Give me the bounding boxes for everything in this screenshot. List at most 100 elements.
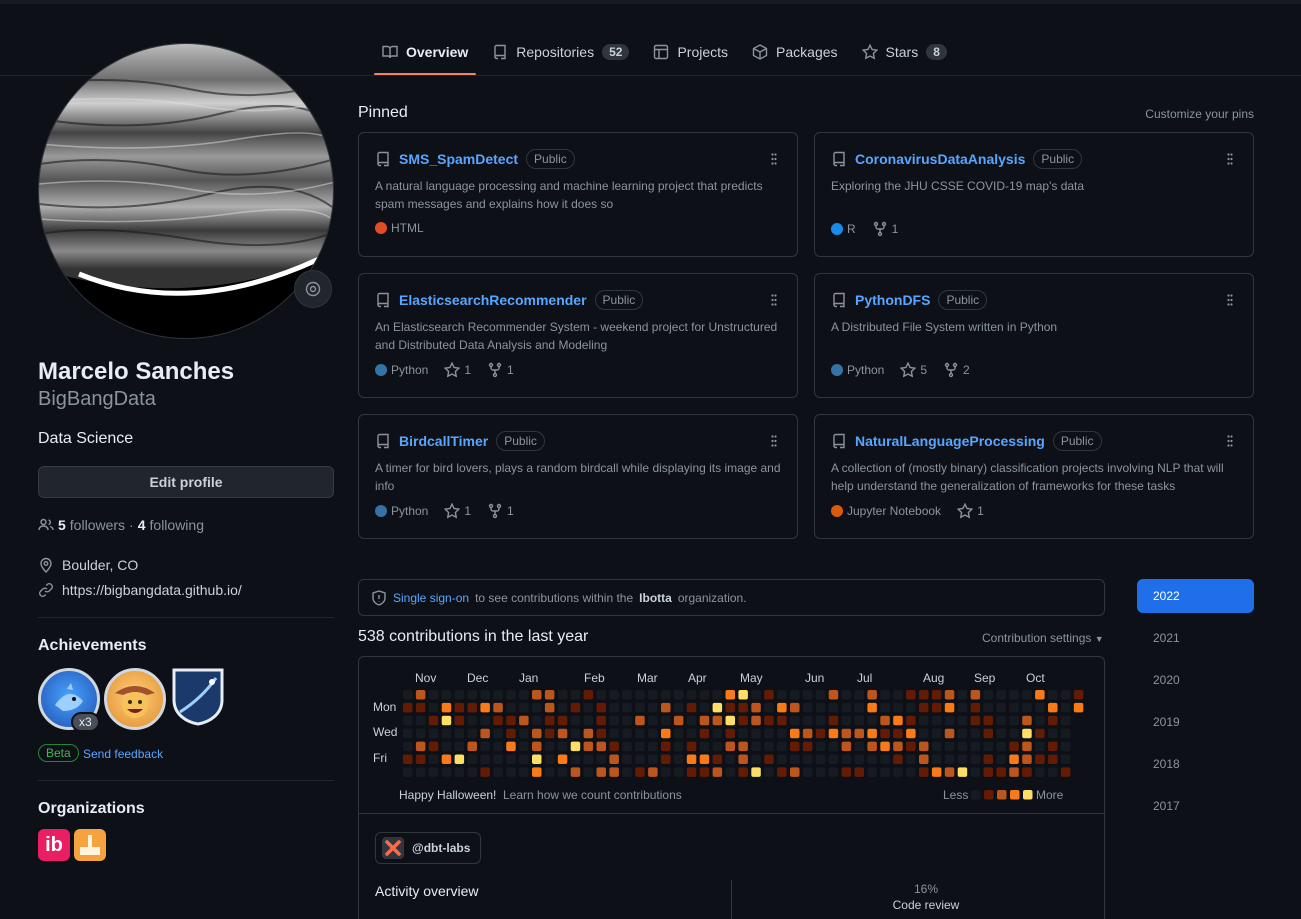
contribution-day[interactable] [751,690,761,700]
year-filter-2017[interactable]: 2017 [1137,789,1254,823]
contribution-day[interactable] [867,741,877,752]
contribution-day[interactable] [751,741,761,752]
contribution-day[interactable] [970,690,981,700]
contribution-day[interactable] [583,754,594,765]
contribution-day[interactable] [415,715,426,726]
contribution-day[interactable] [725,728,736,739]
contribution-day[interactable] [1009,767,1019,777]
contribution-day[interactable] [893,728,903,739]
contribution-day[interactable] [480,754,490,765]
contribution-day[interactable] [583,728,594,739]
contribution-day[interactable] [841,741,852,752]
contribution-day[interactable] [828,702,839,713]
drag-grip-icon[interactable] [1227,294,1233,306]
contribution-day[interactable] [983,754,994,765]
contribution-day[interactable] [828,767,839,777]
contribution-day[interactable] [557,690,568,700]
contribution-day[interactable] [544,767,555,777]
contribution-day[interactable] [764,741,774,752]
contribution-day[interactable] [828,715,839,726]
single-sign-on-link[interactable]: Single sign-on [393,591,469,605]
contribution-day[interactable] [609,702,619,713]
contribution-day[interactable] [661,728,671,739]
edit-profile-button[interactable]: Edit profile [38,466,334,498]
contribution-day[interactable] [944,741,955,752]
contribution-day[interactable] [519,767,529,777]
contribution-day[interactable] [931,728,942,739]
repo-stars[interactable]: 1 [444,361,471,378]
contribution-day[interactable] [635,741,645,752]
contribution-day[interactable] [1035,728,1045,739]
contribution-day[interactable] [570,741,581,752]
contribution-day[interactable] [983,690,994,700]
contribution-day[interactable] [725,767,736,777]
contribution-day[interactable] [454,702,465,713]
contribution-day[interactable] [699,728,710,739]
contribution-day[interactable] [441,741,452,752]
contribution-day[interactable] [777,728,787,739]
contribution-day[interactable] [532,715,542,726]
contribution-day[interactable] [983,702,994,713]
contribution-day[interactable] [583,741,594,752]
contribution-day[interactable] [403,690,413,700]
contribution-day[interactable] [919,767,929,777]
contribution-day[interactable] [815,754,826,765]
contribution-day[interactable] [1048,754,1058,765]
contribution-day[interactable] [661,690,671,700]
contribution-day[interactable] [712,728,723,739]
contribution-day[interactable] [738,690,748,700]
contribution-day[interactable] [906,754,916,765]
contribution-day[interactable] [854,741,865,752]
contribution-day[interactable] [673,702,684,713]
repo-stars[interactable]: 1 [444,502,471,519]
contribution-day[interactable] [467,741,478,752]
contribution-day[interactable] [931,767,942,777]
contribution-day[interactable] [648,728,658,739]
repo-title-link[interactable]: ElasticsearchRecommender [399,292,587,308]
contribution-day[interactable] [1073,690,1084,700]
contribution-day[interactable] [1022,754,1032,765]
contribution-day[interactable] [428,702,439,713]
contribution-day[interactable] [648,741,658,752]
contribution-day[interactable] [403,715,413,726]
contribution-day[interactable] [777,702,787,713]
contribution-day[interactable] [815,715,826,726]
contribution-day[interactable] [596,754,607,765]
contribution-day[interactable] [712,767,723,777]
contribution-day[interactable] [583,767,594,777]
year-filter-2020[interactable]: 2020 [1137,663,1254,697]
contribution-day[interactable] [557,767,568,777]
following-count[interactable]: 4 [138,517,146,533]
contribution-day[interactable] [570,715,581,726]
contribution-day[interactable] [686,690,697,700]
contribution-day[interactable] [454,767,465,777]
contribution-day[interactable] [635,754,645,765]
contribution-day[interactable] [880,767,890,777]
contribution-day[interactable] [454,754,465,765]
contribution-day[interactable] [880,690,890,700]
contribution-day[interactable] [635,690,645,700]
contribution-day[interactable] [931,741,942,752]
avatar[interactable] [38,43,334,339]
contribution-day[interactable] [570,754,581,765]
contribution-day[interactable] [802,767,813,777]
drag-grip-icon[interactable] [1227,435,1233,447]
repo-stars[interactable]: 1 [956,502,984,519]
repo-stars[interactable]: 5 [900,361,927,378]
contribution-day[interactable] [725,690,736,700]
contribution-day[interactable] [557,702,568,713]
contribution-day[interactable] [403,767,413,777]
contribution-day[interactable] [506,754,516,765]
contribution-day[interactable] [725,715,736,726]
contribution-day[interactable] [673,728,684,739]
contribution-day[interactable] [480,741,490,752]
contribution-day[interactable] [854,767,865,777]
contribution-day[interactable] [673,690,684,700]
contribution-day[interactable] [1009,754,1019,765]
contribution-day[interactable] [996,690,1006,700]
contribution-day[interactable] [893,702,903,713]
contribution-day[interactable] [570,702,581,713]
contribution-day[interactable] [996,702,1006,713]
contribution-day[interactable] [712,690,723,700]
contribution-day[interactable] [790,728,800,739]
